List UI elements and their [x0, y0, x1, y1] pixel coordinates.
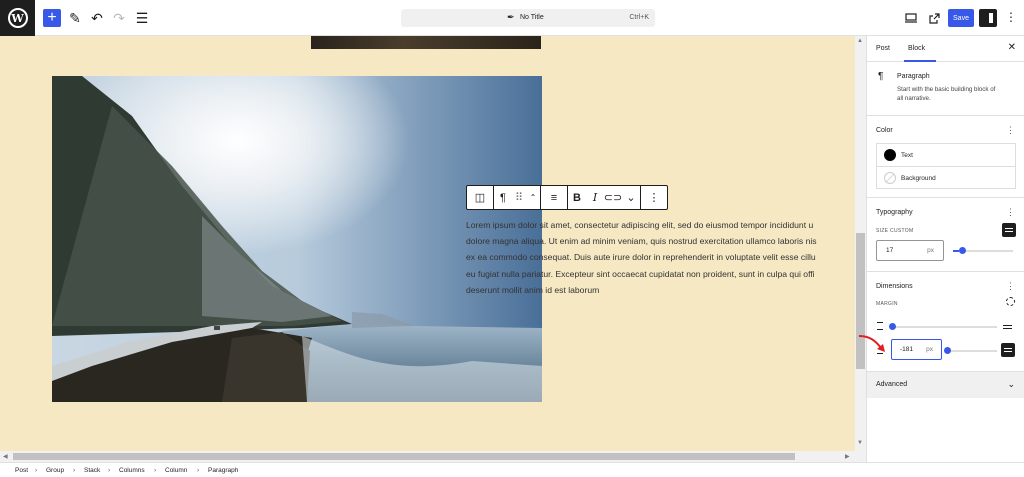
preview-device-icon[interactable] — [902, 9, 920, 27]
breadcrumb-separator-icon: › — [35, 467, 38, 474]
block-description: all narrative. — [897, 95, 931, 102]
command-palette-bar[interactable]: ✒ No Title Ctrl+K — [401, 9, 655, 27]
more-formatting-chevron-icon[interactable]: ⌄ — [622, 186, 640, 209]
color-items: Text Background — [876, 143, 1016, 189]
tab-block[interactable]: Block — [908, 45, 925, 52]
breadcrumb-item[interactable]: Paragraph — [208, 467, 238, 474]
scroll-right-arrow-icon[interactable]: ▶ — [845, 453, 850, 460]
paragraph-block[interactable]: Lorem ipsum dolor sit amet, consectetur … — [466, 217, 855, 298]
color-item-text[interactable]: Text — [877, 144, 1015, 167]
breadcrumb-item[interactable]: Stack — [84, 467, 100, 474]
color-item-label: Background — [901, 175, 936, 182]
paragraph-line: deserunt mollit anim id est laborum — [466, 284, 600, 295]
scroll-down-arrow-icon[interactable]: ▼ — [857, 440, 863, 446]
color-item-label: Text — [901, 152, 913, 159]
block-toolbar: ◫ ¶ ⠿ ⌃ ≡ B I ⊂⊃ ⌄ ⋮ — [466, 185, 668, 210]
drag-handle-icon[interactable]: ⠿ — [512, 186, 526, 209]
margin-bottom-input[interactable]: -181 px — [891, 339, 942, 360]
breadcrumb-item[interactable]: Columns — [119, 467, 145, 474]
undo-icon[interactable]: ↶ — [88, 9, 106, 27]
upper-image-block[interactable] — [311, 36, 541, 49]
font-size-slider-knob[interactable] — [959, 247, 966, 254]
margin-bottom-slider[interactable] — [947, 350, 997, 352]
save-button[interactable]: Save — [948, 9, 974, 27]
tab-post[interactable]: Post — [876, 45, 890, 52]
italic-icon[interactable]: I — [586, 186, 604, 209]
margin-top-slider-knob[interactable] — [889, 323, 896, 330]
margin-top-custom-icon[interactable] — [1003, 323, 1013, 331]
color-panel-title: Color — [876, 127, 893, 134]
block-description: Start with the basic building block of — [897, 86, 996, 93]
sidebar-tabs: Post Block ✕ — [867, 36, 1024, 62]
paragraph-line: eu fugiat nulla pariatur. Excepteur sint… — [466, 268, 815, 279]
margin-label: MARGIN — [876, 301, 898, 307]
redo-icon[interactable]: ↷ — [110, 9, 128, 27]
breadcrumb-item[interactable]: Post — [15, 467, 28, 474]
block-card: ¶ Paragraph Start with the basic buildin… — [867, 62, 1024, 116]
bold-icon[interactable]: B — [568, 186, 586, 209]
document-title: No Title — [520, 14, 544, 21]
breadcrumb-separator-icon: › — [197, 467, 200, 474]
settings-sidebar: Post Block ✕ ¶ Paragraph Start with the … — [866, 36, 1024, 462]
breadcrumb-separator-icon: › — [108, 467, 111, 474]
close-icon[interactable]: ✕ — [1008, 42, 1016, 53]
advanced-panel-toggle[interactable]: Advanced ⌄ — [867, 372, 1024, 398]
options-menu-icon[interactable]: ⋮ — [1005, 10, 1017, 24]
dimensions-panel-title: Dimensions — [876, 283, 913, 290]
block-breadcrumb: Post › Group › Stack › Columns › Column … — [0, 462, 1024, 477]
block-options-icon[interactable]: ⋮ — [641, 186, 667, 209]
horizontal-scroll-thumb[interactable] — [13, 453, 795, 460]
font-size-label: SIZE CUSTOM — [876, 228, 914, 234]
custom-size-toggle-icon[interactable] — [1002, 223, 1016, 237]
typography-options-icon[interactable]: ⋮ — [1006, 207, 1015, 218]
margin-bottom-slider-knob[interactable] — [944, 347, 951, 354]
margin-top-icon — [877, 322, 883, 330]
margin-bottom-custom-toggle-icon[interactable] — [1001, 343, 1015, 357]
edit-tools-icon[interactable]: ✎ — [66, 9, 84, 27]
color-options-icon[interactable]: ⋮ — [1006, 125, 1015, 136]
breadcrumb-item[interactable]: Group — [46, 467, 64, 474]
align-text-icon[interactable]: ≡ — [541, 186, 567, 209]
pen-icon: ✒ — [507, 12, 515, 22]
paragraph-block-icon[interactable]: ¶ — [494, 186, 512, 209]
dimensions-options-icon[interactable]: ⋮ — [1006, 281, 1015, 292]
background-color-swatch — [884, 172, 896, 184]
advanced-panel-title: Advanced — [876, 381, 908, 388]
wordpress-logo-icon[interactable]: W — [0, 0, 35, 36]
editor-top-bar: W + ✎ ↶ ↷ ☰ ✒ No Title Ctrl+K Save ⋮ — [0, 0, 1024, 36]
select-parent-block-icon[interactable]: ◫ — [467, 186, 493, 209]
editor-canvas: ◫ ¶ ⠿ ⌃ ≡ B I ⊂⊃ ⌄ ⋮ Lorem ipsum dolor s… — [0, 36, 855, 451]
annotation-arrow-icon — [858, 335, 885, 352]
vertical-scrollbar[interactable]: ▲ ▼ — [855, 36, 866, 462]
move-up-down-icon[interactable]: ⌃ — [526, 186, 540, 209]
margin-top-slider[interactable] — [891, 326, 997, 328]
scroll-up-arrow-icon[interactable]: ▲ — [857, 38, 863, 44]
view-post-icon[interactable] — [925, 9, 943, 27]
font-size-input[interactable]: 17 px — [876, 240, 944, 261]
text-color-swatch — [884, 149, 896, 161]
add-block-button[interactable]: + — [43, 9, 61, 27]
chevron-down-icon: ⌄ — [1007, 379, 1015, 389]
breadcrumb-separator-icon: › — [154, 467, 157, 474]
typography-panel: Typography ⋮ SIZE CUSTOM 17 px — [867, 198, 1024, 272]
paragraph-line: Lorem ipsum dolor sit amet, consectetur … — [466, 220, 814, 230]
block-name: Paragraph — [897, 73, 930, 80]
link-sides-icon[interactable] — [1006, 297, 1015, 306]
breadcrumb-item[interactable]: Column — [165, 467, 187, 474]
breadcrumb-separator-icon: › — [73, 467, 76, 474]
link-icon[interactable]: ⊂⊃ — [604, 186, 622, 209]
settings-panel-toggle-icon[interactable] — [979, 9, 997, 27]
color-item-background[interactable]: Background — [877, 167, 1015, 190]
scroll-left-arrow-icon[interactable]: ◀ — [3, 453, 8, 460]
paragraph-line: ex ea commodo consequat. Duis aute irure… — [466, 252, 816, 263]
paragraph-line: dolore magna aliqua. Ut enim ad minim ve… — [466, 236, 817, 247]
keyboard-shortcut: Ctrl+K — [629, 14, 649, 21]
horizontal-scrollbar[interactable]: ◀ ▶ — [0, 451, 855, 462]
paragraph-block-icon: ¶ — [878, 71, 884, 82]
typography-panel-title: Typography — [876, 209, 913, 216]
document-overview-icon[interactable]: ☰ — [133, 9, 151, 27]
